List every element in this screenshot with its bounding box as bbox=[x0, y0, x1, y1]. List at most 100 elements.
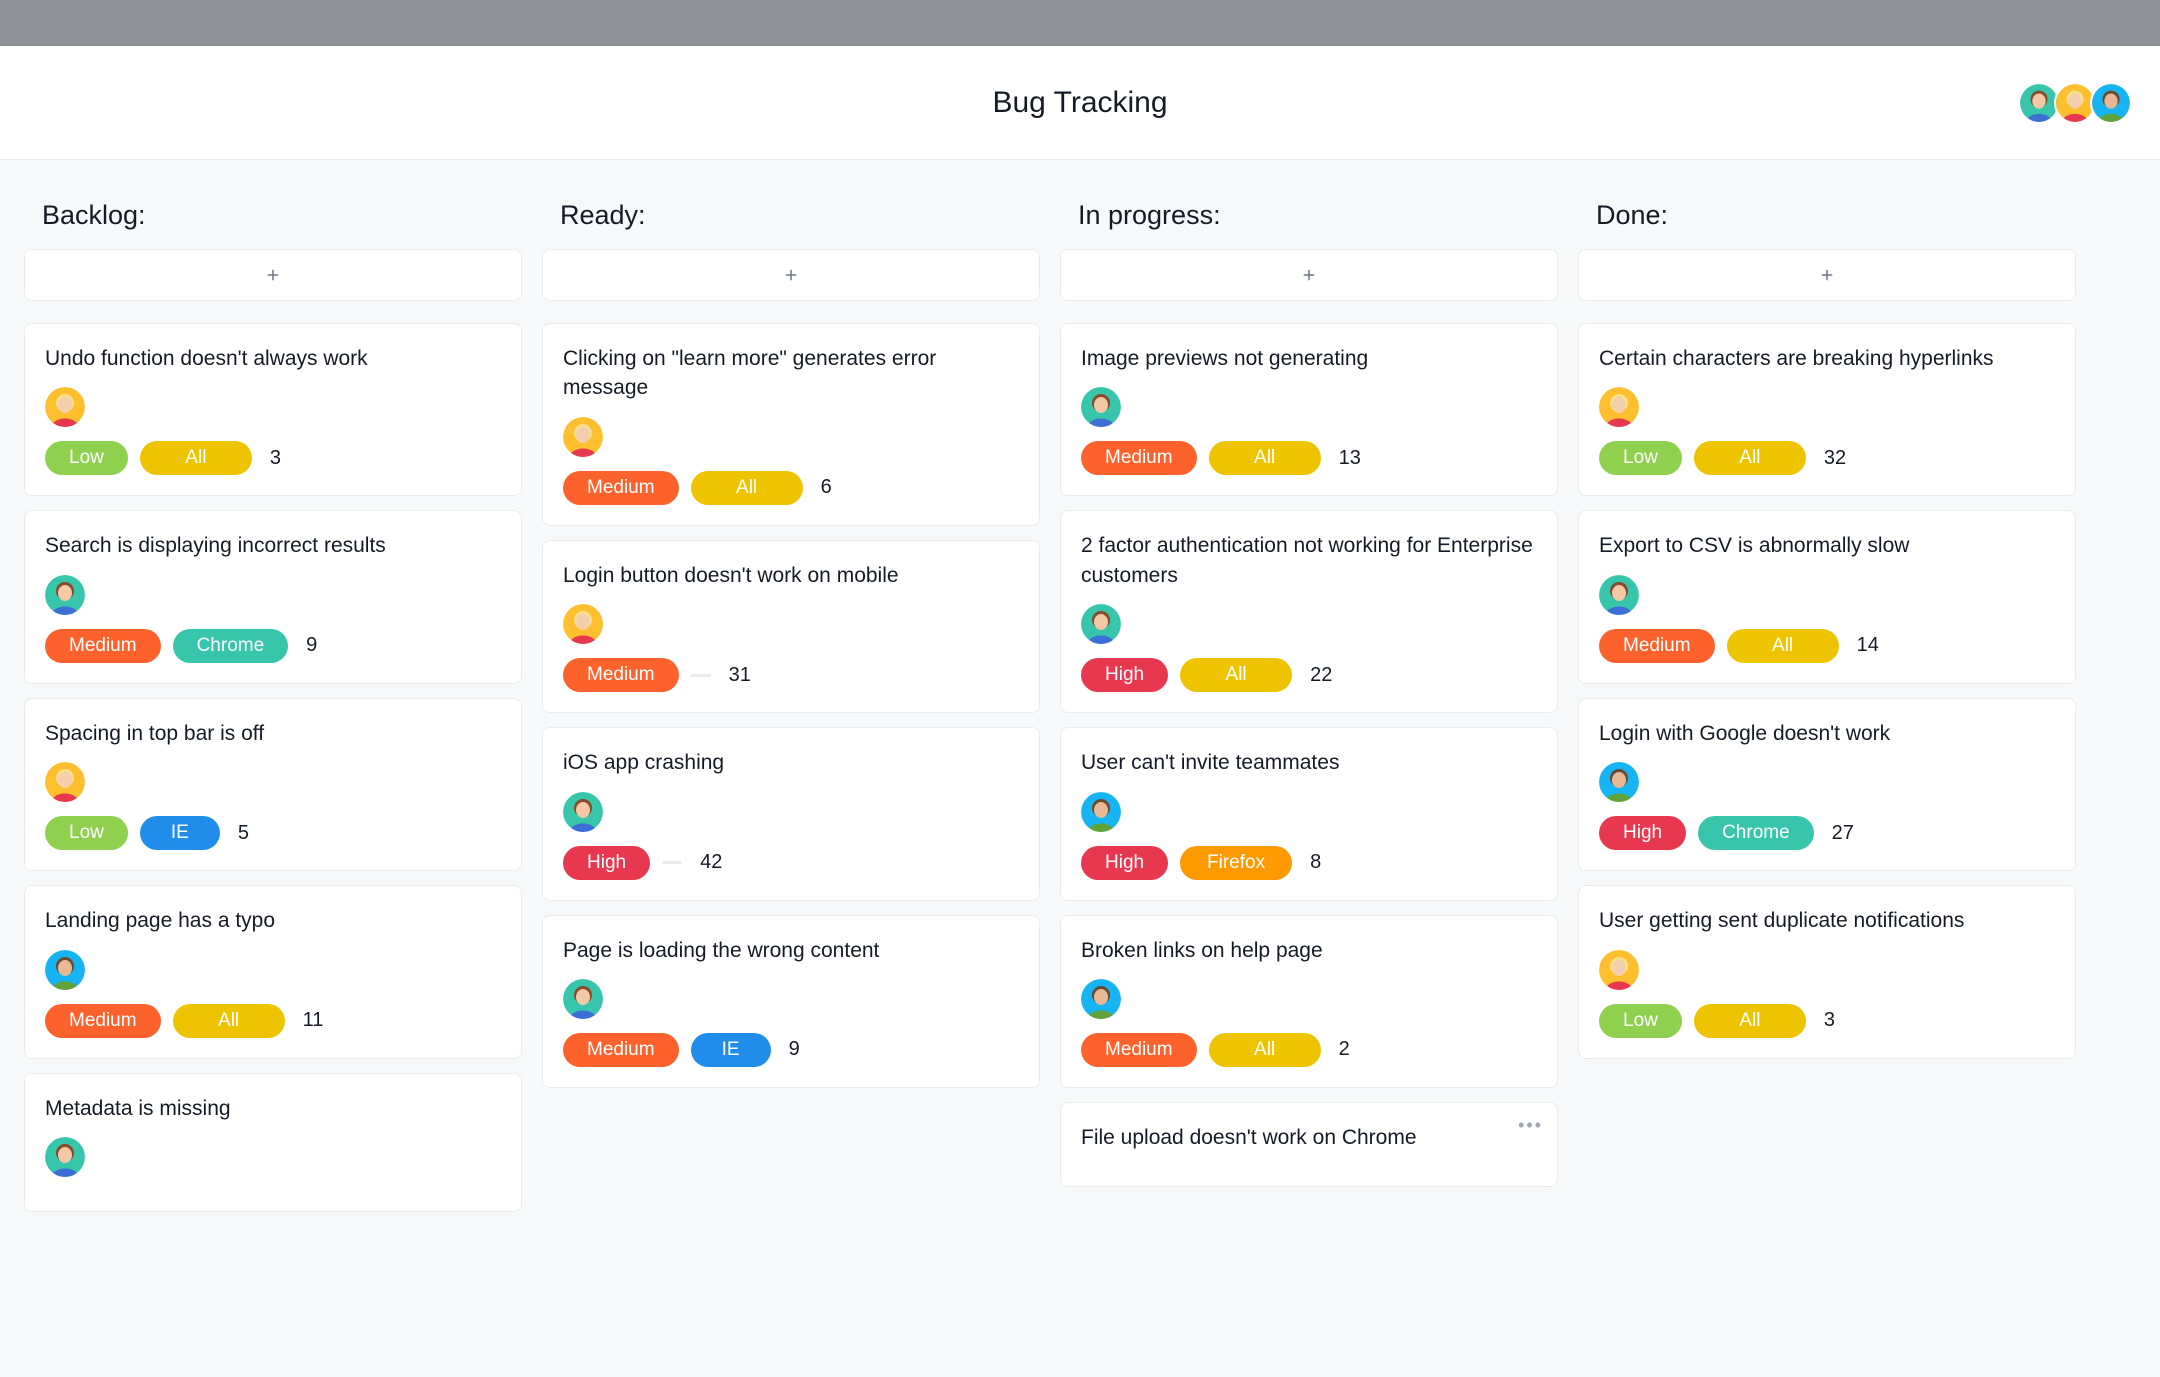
card-meta-row: Low All 32 bbox=[1599, 441, 2055, 475]
kanban-card[interactable]: Login button doesn't work on mobile Medi… bbox=[542, 540, 1040, 713]
kanban-card[interactable]: Page is loading the wrong content Medium… bbox=[542, 915, 1040, 1088]
member-avatar[interactable] bbox=[2090, 82, 2132, 124]
assignee-avatar[interactable] bbox=[1599, 387, 1639, 427]
card-meta-row: LowIE5 bbox=[45, 816, 501, 850]
priority-tag[interactable]: Medium bbox=[563, 658, 679, 692]
assignee-avatar[interactable] bbox=[45, 1137, 85, 1177]
card-count: 9 bbox=[306, 634, 317, 657]
card-menu-icon[interactable]: ••• bbox=[1518, 1115, 1543, 1136]
card-title: User getting sent duplicate notification… bbox=[1599, 906, 2055, 935]
kanban-card[interactable]: Login with Google doesn't work High Chrom… bbox=[1578, 698, 2076, 871]
project-members[interactable] bbox=[2024, 82, 2132, 124]
board-column: Backlog: Undo function doesn't always wor… bbox=[24, 190, 522, 1226]
priority-tag[interactable]: Medium bbox=[1081, 441, 1197, 475]
card-count: 6 bbox=[821, 476, 832, 499]
assignee-avatar[interactable] bbox=[1599, 762, 1639, 802]
assignee-avatar[interactable] bbox=[1081, 604, 1121, 644]
browser-tag[interactable]: All bbox=[691, 471, 803, 505]
browser-tag[interactable]: IE bbox=[140, 816, 220, 850]
kanban-card[interactable]: Landing page has a typo MediumAll11 bbox=[24, 885, 522, 1058]
card-title: Export to CSV is abnormally slow bbox=[1599, 531, 2055, 560]
card-title: Login button doesn't work on mobile bbox=[563, 561, 1019, 590]
priority-tag[interactable]: High bbox=[1081, 846, 1168, 880]
priority-tag[interactable]: High bbox=[1599, 816, 1686, 850]
assignee-avatar[interactable] bbox=[1081, 792, 1121, 832]
add-card-button[interactable] bbox=[1578, 249, 2076, 301]
assignee-avatar[interactable] bbox=[45, 762, 85, 802]
kanban-card[interactable]: Undo function doesn't always work Low All… bbox=[24, 323, 522, 496]
card-title: User can't invite teammates bbox=[1081, 748, 1537, 777]
priority-tag[interactable]: Medium bbox=[45, 629, 161, 663]
assignee-avatar[interactable] bbox=[1081, 979, 1121, 1019]
card-title: Undo function doesn't always work bbox=[45, 344, 501, 373]
card-title: Search is displaying incorrect results bbox=[45, 531, 501, 560]
kanban-card[interactable]: Metadata is missing bbox=[24, 1073, 522, 1212]
plus-icon bbox=[782, 266, 800, 284]
browser-tag[interactable]: All bbox=[1727, 629, 1839, 663]
card-meta-row: High Chrome 27 bbox=[1599, 816, 2055, 850]
kanban-card[interactable]: User can't invite teammates HighFirefox8 bbox=[1060, 727, 1558, 900]
browser-tag[interactable]: Chrome bbox=[173, 629, 289, 663]
priority-tag[interactable]: Low bbox=[45, 816, 128, 850]
priority-tag[interactable]: Medium bbox=[563, 1033, 679, 1067]
browser-tag[interactable]: All bbox=[1694, 441, 1806, 475]
assignee-avatar[interactable] bbox=[45, 575, 85, 615]
browser-tag[interactable]: IE bbox=[691, 1033, 771, 1067]
assignee-avatar[interactable] bbox=[45, 387, 85, 427]
assignee-avatar[interactable] bbox=[563, 417, 603, 457]
card-title: 2 factor authentication not working for … bbox=[1081, 531, 1537, 590]
card-count: 3 bbox=[1824, 1009, 1835, 1032]
add-card-button[interactable] bbox=[542, 249, 1040, 301]
add-card-button[interactable] bbox=[1060, 249, 1558, 301]
assignee-avatar[interactable] bbox=[1081, 387, 1121, 427]
kanban-card[interactable]: User getting sent duplicate notification… bbox=[1578, 885, 2076, 1058]
kanban-card[interactable]: Search is displaying incorrect results M… bbox=[24, 510, 522, 683]
priority-tag[interactable]: Medium bbox=[1081, 1033, 1197, 1067]
priority-tag[interactable]: Low bbox=[45, 441, 128, 475]
browser-tag[interactable]: All bbox=[1209, 441, 1321, 475]
browser-tag[interactable]: Chrome bbox=[1698, 816, 1814, 850]
column-title[interactable]: Backlog: bbox=[24, 190, 522, 249]
kanban-card[interactable]: Export to CSV is abnormally slow Medium A… bbox=[1578, 510, 2076, 683]
kanban-card[interactable]: •••File upload doesn't work on Chrome bbox=[1060, 1102, 1558, 1187]
kanban-card[interactable]: iOS app crashing High42 bbox=[542, 727, 1040, 900]
browser-tag[interactable]: All bbox=[1180, 658, 1292, 692]
priority-tag[interactable]: High bbox=[1081, 658, 1168, 692]
card-title: Page is loading the wrong content bbox=[563, 936, 1019, 965]
kanban-card[interactable]: Broken links on help page MediumAll2 bbox=[1060, 915, 1558, 1088]
browser-tag[interactable]: All bbox=[173, 1004, 285, 1038]
assignee-avatar[interactable] bbox=[1599, 950, 1639, 990]
column-title[interactable]: In progress: bbox=[1060, 190, 1558, 249]
card-meta-row: MediumIE9 bbox=[563, 1033, 1019, 1067]
browser-tag[interactable]: All bbox=[1209, 1033, 1321, 1067]
kanban-card[interactable]: 2 factor authentication not working for … bbox=[1060, 510, 1558, 713]
priority-tag[interactable]: High bbox=[563, 846, 650, 880]
priority-tag[interactable]: Medium bbox=[563, 471, 679, 505]
browser-tag[interactable]: Firefox bbox=[1180, 846, 1292, 880]
add-card-button[interactable] bbox=[24, 249, 522, 301]
card-meta-row: MediumAll13 bbox=[1081, 441, 1537, 475]
card-title: Login with Google doesn't work bbox=[1599, 719, 2055, 748]
card-count: 14 bbox=[1857, 634, 1879, 657]
card-count: 27 bbox=[1832, 822, 1854, 845]
board-column: Ready: Clicking on "learn more" generates… bbox=[542, 190, 1040, 1102]
kanban-card[interactable]: Spacing in top bar is off LowIE5 bbox=[24, 698, 522, 871]
assignee-avatar[interactable] bbox=[563, 979, 603, 1019]
assignee-avatar[interactable] bbox=[563, 792, 603, 832]
card-count: 32 bbox=[1824, 447, 1846, 470]
assignee-avatar[interactable] bbox=[563, 604, 603, 644]
column-title[interactable]: Done: bbox=[1578, 190, 2076, 249]
kanban-card[interactable]: Image previews not generating MediumAll1… bbox=[1060, 323, 1558, 496]
kanban-card[interactable]: Clicking on "learn more" generates error… bbox=[542, 323, 1040, 526]
priority-tag[interactable]: Low bbox=[1599, 1004, 1682, 1038]
browser-tag[interactable]: All bbox=[140, 441, 252, 475]
priority-tag[interactable]: Medium bbox=[1599, 629, 1715, 663]
plus-icon bbox=[1300, 266, 1318, 284]
column-title[interactable]: Ready: bbox=[542, 190, 1040, 249]
priority-tag[interactable]: Medium bbox=[45, 1004, 161, 1038]
assignee-avatar[interactable] bbox=[45, 950, 85, 990]
kanban-card[interactable]: Certain characters are breaking hyperlin… bbox=[1578, 323, 2076, 496]
browser-tag[interactable]: All bbox=[1694, 1004, 1806, 1038]
priority-tag[interactable]: Low bbox=[1599, 441, 1682, 475]
assignee-avatar[interactable] bbox=[1599, 575, 1639, 615]
